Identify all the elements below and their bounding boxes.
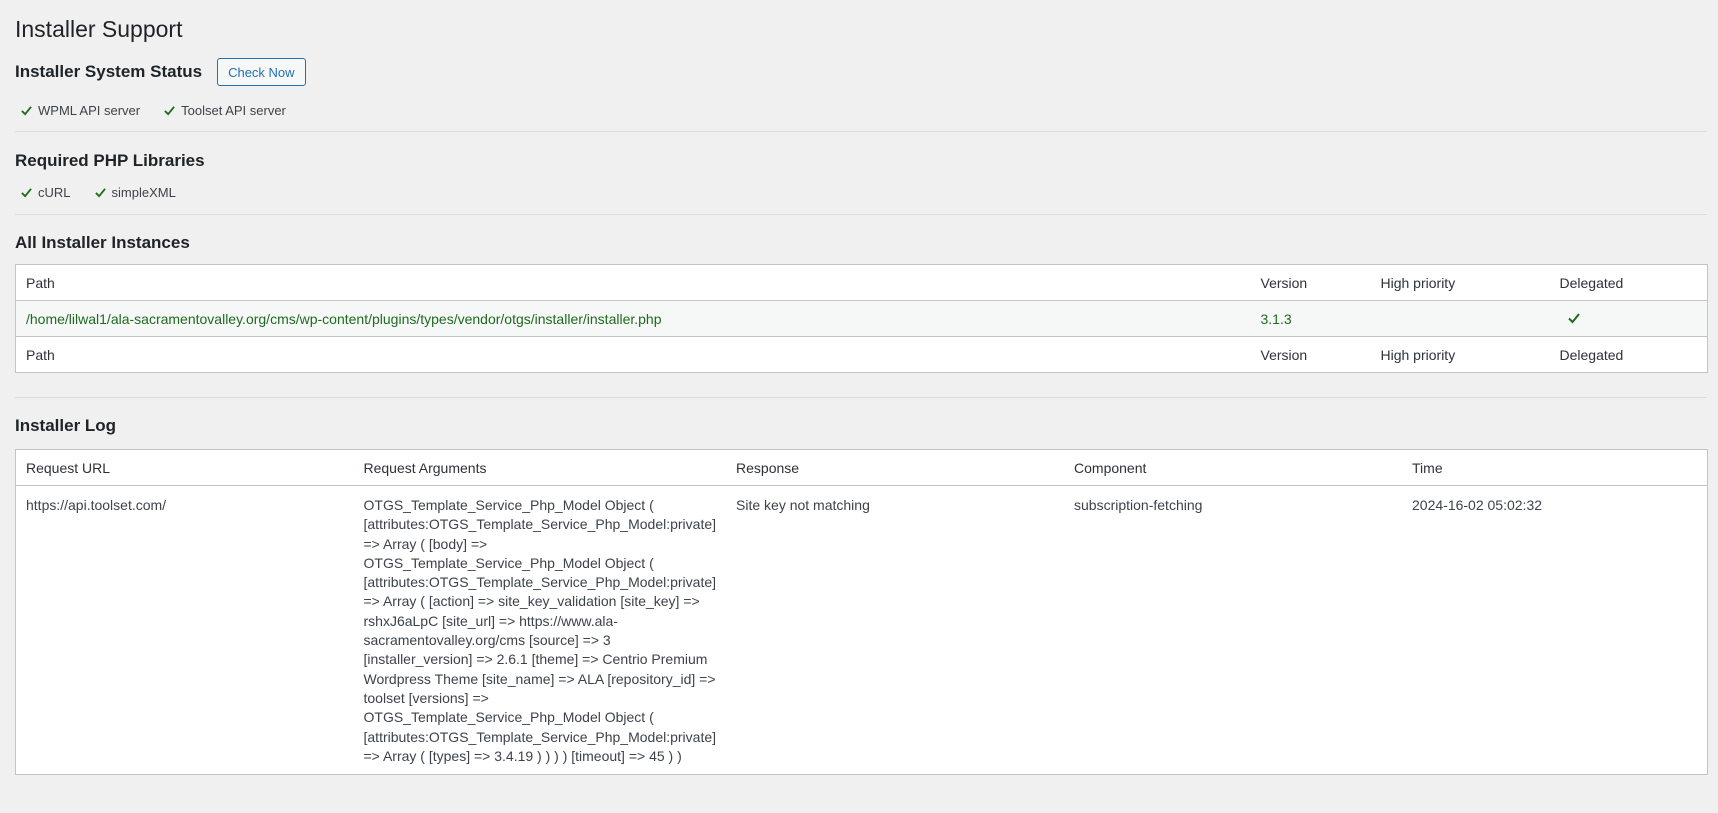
instance-version: 3.1.3 bbox=[1250, 300, 1371, 337]
column-footer-delegated[interactable]: Delegated bbox=[1550, 337, 1708, 373]
library-item-simplexml: simpleXML bbox=[94, 184, 176, 200]
table-header-row: Request URL Request Arguments Response C… bbox=[15, 450, 1708, 486]
instances-table: Path Version High priority Delegated /ho… bbox=[15, 264, 1708, 373]
divider bbox=[15, 214, 1707, 215]
installer-log-table: Request URL Request Arguments Response C… bbox=[15, 449, 1708, 776]
checkmark-icon bbox=[164, 105, 175, 116]
status-item-wpml-api: WPML API server bbox=[21, 103, 140, 118]
status-item-toolset-api: Toolset API server bbox=[164, 103, 286, 118]
checkmark-icon bbox=[1567, 312, 1580, 323]
status-item-label: Toolset API server bbox=[181, 102, 286, 118]
table-header-row: Path Version High priority Delegated bbox=[15, 265, 1708, 301]
system-status-list: WPML API server Toolset API server bbox=[15, 100, 1707, 120]
column-header-path[interactable]: Path bbox=[16, 265, 1251, 301]
status-item-label: WPML API server bbox=[38, 102, 141, 118]
system-status-header: Installer System Status Check Now bbox=[15, 57, 1707, 87]
installer-log-heading: Installer Log bbox=[15, 416, 117, 435]
column-header-time[interactable]: Time bbox=[1402, 450, 1707, 486]
log-response: Site key not matching bbox=[736, 497, 870, 513]
log-time: 2024-16-02 05:02:32 bbox=[1412, 497, 1543, 513]
log-request-arguments: OTGS_Template_Service_Php_Model Object (… bbox=[363, 497, 717, 764]
divider bbox=[15, 131, 1707, 132]
column-header-version[interactable]: Version bbox=[1251, 265, 1371, 301]
column-header-request-url[interactable]: Request URL bbox=[16, 450, 354, 486]
divider bbox=[15, 397, 1707, 398]
php-libraries-heading: Required PHP Libraries bbox=[15, 151, 205, 170]
library-item-label: simpleXML bbox=[111, 184, 176, 200]
installer-log-header: Installer Log bbox=[15, 415, 1707, 437]
log-request-url: https://api.toolset.com/ bbox=[26, 497, 167, 513]
checkmark-icon bbox=[94, 187, 106, 198]
column-header-component[interactable]: Component bbox=[1064, 450, 1402, 486]
checkmark-icon bbox=[21, 105, 32, 116]
instances-header: All Installer Instances bbox=[15, 232, 1707, 254]
table-row: /home/lilwal1/ala-sacramentovalley.org/c… bbox=[15, 300, 1708, 337]
column-footer-path[interactable]: Path bbox=[16, 337, 1251, 373]
column-header-request-arguments[interactable]: Request Arguments bbox=[354, 450, 727, 486]
instance-high-priority bbox=[1370, 300, 1550, 337]
column-footer-high-priority[interactable]: High priority bbox=[1371, 337, 1550, 373]
php-libraries-list: cURL simpleXML bbox=[15, 182, 1707, 202]
check-now-button[interactable]: Check Now bbox=[217, 58, 306, 86]
log-component: subscription-fetching bbox=[1074, 497, 1203, 513]
instances-heading: All Installer Instances bbox=[15, 233, 190, 252]
column-header-high-priority[interactable]: High priority bbox=[1371, 265, 1550, 301]
table-footer-row: Path Version High priority Delegated bbox=[15, 336, 1708, 373]
instance-path: /home/lilwal1/ala-sacramentovalley.org/c… bbox=[15, 300, 1251, 337]
column-header-response[interactable]: Response bbox=[726, 450, 1064, 486]
page-title: Installer Support bbox=[15, 16, 183, 42]
system-status-heading: Installer System Status bbox=[15, 62, 203, 81]
column-footer-version[interactable]: Version bbox=[1251, 337, 1371, 373]
library-item-label: cURL bbox=[38, 184, 71, 200]
instance-delegated bbox=[1549, 300, 1708, 337]
library-item-curl: cURL bbox=[21, 185, 71, 200]
checkmark-icon bbox=[21, 187, 32, 198]
php-libraries-header: Required PHP Libraries bbox=[15, 151, 1707, 171]
table-row: https://api.toolset.com/ OTGS_Template_S… bbox=[16, 486, 1708, 775]
column-header-delegated[interactable]: Delegated bbox=[1550, 265, 1708, 301]
installer-support-page: Installer Support Installer System Statu… bbox=[0, 0, 1718, 776]
